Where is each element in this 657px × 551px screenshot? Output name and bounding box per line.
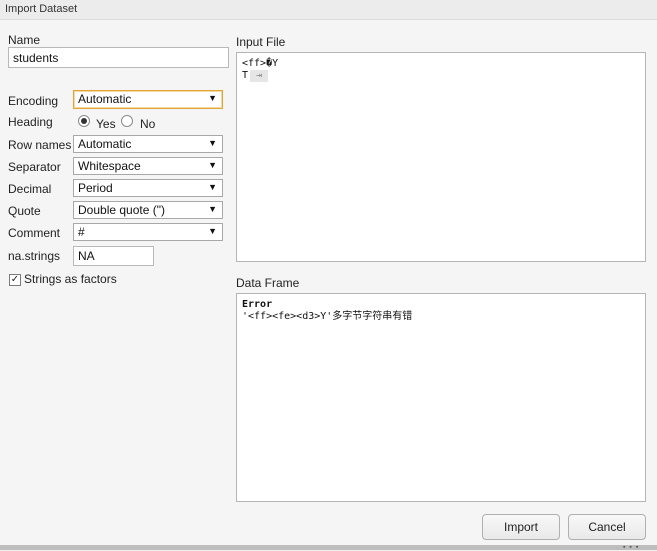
rownames-label: Row names bbox=[8, 138, 72, 152]
separator-select-value: Whitespace bbox=[78, 159, 141, 173]
heading-yes-label: Yes bbox=[96, 117, 116, 131]
input-file-panel[interactable]: <ff>�Y T ⇥ bbox=[236, 52, 646, 262]
input-file-line-1: <ff>�Y bbox=[242, 58, 279, 69]
caret-down-icon: ▼ bbox=[208, 138, 217, 148]
caret-down-icon: ▼ bbox=[208, 226, 217, 236]
input-file-line-2: T ⇥ bbox=[242, 70, 640, 82]
input-file-line-2-text: T bbox=[242, 70, 249, 81]
encoding-select[interactable]: Automatic ▼ bbox=[73, 90, 223, 109]
caret-down-icon: ▼ bbox=[208, 93, 217, 103]
rownames-select[interactable]: Automatic ▼ bbox=[73, 135, 223, 153]
check-icon: ✓ bbox=[10, 274, 20, 285]
resize-grip-icon[interactable]: ▪ ▪ ▪ bbox=[623, 544, 653, 551]
nastrings-label: na.strings bbox=[8, 249, 61, 263]
heading-no-label: No bbox=[140, 117, 156, 131]
window-titlebar: Import Dataset bbox=[0, 0, 657, 20]
separator-select[interactable]: Whitespace ▼ bbox=[73, 157, 223, 175]
data-frame-label: Data Frame bbox=[236, 276, 300, 290]
caret-down-icon: ▼ bbox=[208, 182, 217, 192]
encoding-label: Encoding bbox=[8, 94, 59, 108]
window-title: Import Dataset bbox=[5, 3, 78, 15]
separator-label: Separator bbox=[8, 160, 61, 174]
input-file-label: Input File bbox=[236, 35, 286, 49]
quote-label: Quote bbox=[8, 204, 41, 218]
tab-marker-icon: ⇥ bbox=[250, 70, 269, 82]
quote-select-value: Double quote (") bbox=[78, 203, 165, 217]
strings-as-factors-checkbox[interactable]: ✓ bbox=[9, 274, 21, 286]
cancel-button[interactable]: Cancel bbox=[568, 514, 646, 540]
decimal-select-value: Period bbox=[78, 181, 113, 195]
heading-yes-radio[interactable] bbox=[78, 115, 90, 127]
quote-select[interactable]: Double quote (") ▼ bbox=[73, 201, 223, 219]
heading-no-radio[interactable] bbox=[121, 115, 133, 127]
caret-down-icon: ▼ bbox=[208, 160, 217, 170]
data-frame-panel[interactable]: Error '<ff><fe><d3>Y'多字节字符串有错 bbox=[236, 293, 646, 502]
heading-label: Heading bbox=[8, 115, 53, 129]
caret-down-icon: ▼ bbox=[208, 204, 217, 214]
comment-select-value: # bbox=[78, 225, 85, 239]
strings-as-factors-label: Strings as factors bbox=[24, 272, 117, 286]
import-dataset-dialog: Name students Encoding Automatic ▼ Headi… bbox=[0, 20, 657, 547]
comment-select[interactable]: # ▼ bbox=[73, 223, 223, 241]
decimal-select[interactable]: Period ▼ bbox=[73, 179, 223, 197]
decimal-label: Decimal bbox=[8, 182, 52, 196]
name-input[interactable]: students bbox=[8, 47, 229, 68]
comment-label: Comment bbox=[8, 226, 61, 240]
encoding-select-value: Automatic bbox=[78, 92, 132, 106]
import-button[interactable]: Import bbox=[482, 514, 560, 540]
error-message: '<ff><fe><d3>Y'多字节字符串有错 bbox=[242, 311, 413, 322]
rownames-select-value: Automatic bbox=[78, 137, 132, 151]
error-title: Error bbox=[242, 299, 273, 310]
name-input-value: students bbox=[13, 51, 59, 65]
nastrings-input[interactable]: NA bbox=[73, 246, 154, 266]
window-bottom-border bbox=[0, 545, 657, 550]
nastrings-input-value: NA bbox=[78, 249, 95, 263]
name-label: Name bbox=[8, 33, 41, 47]
